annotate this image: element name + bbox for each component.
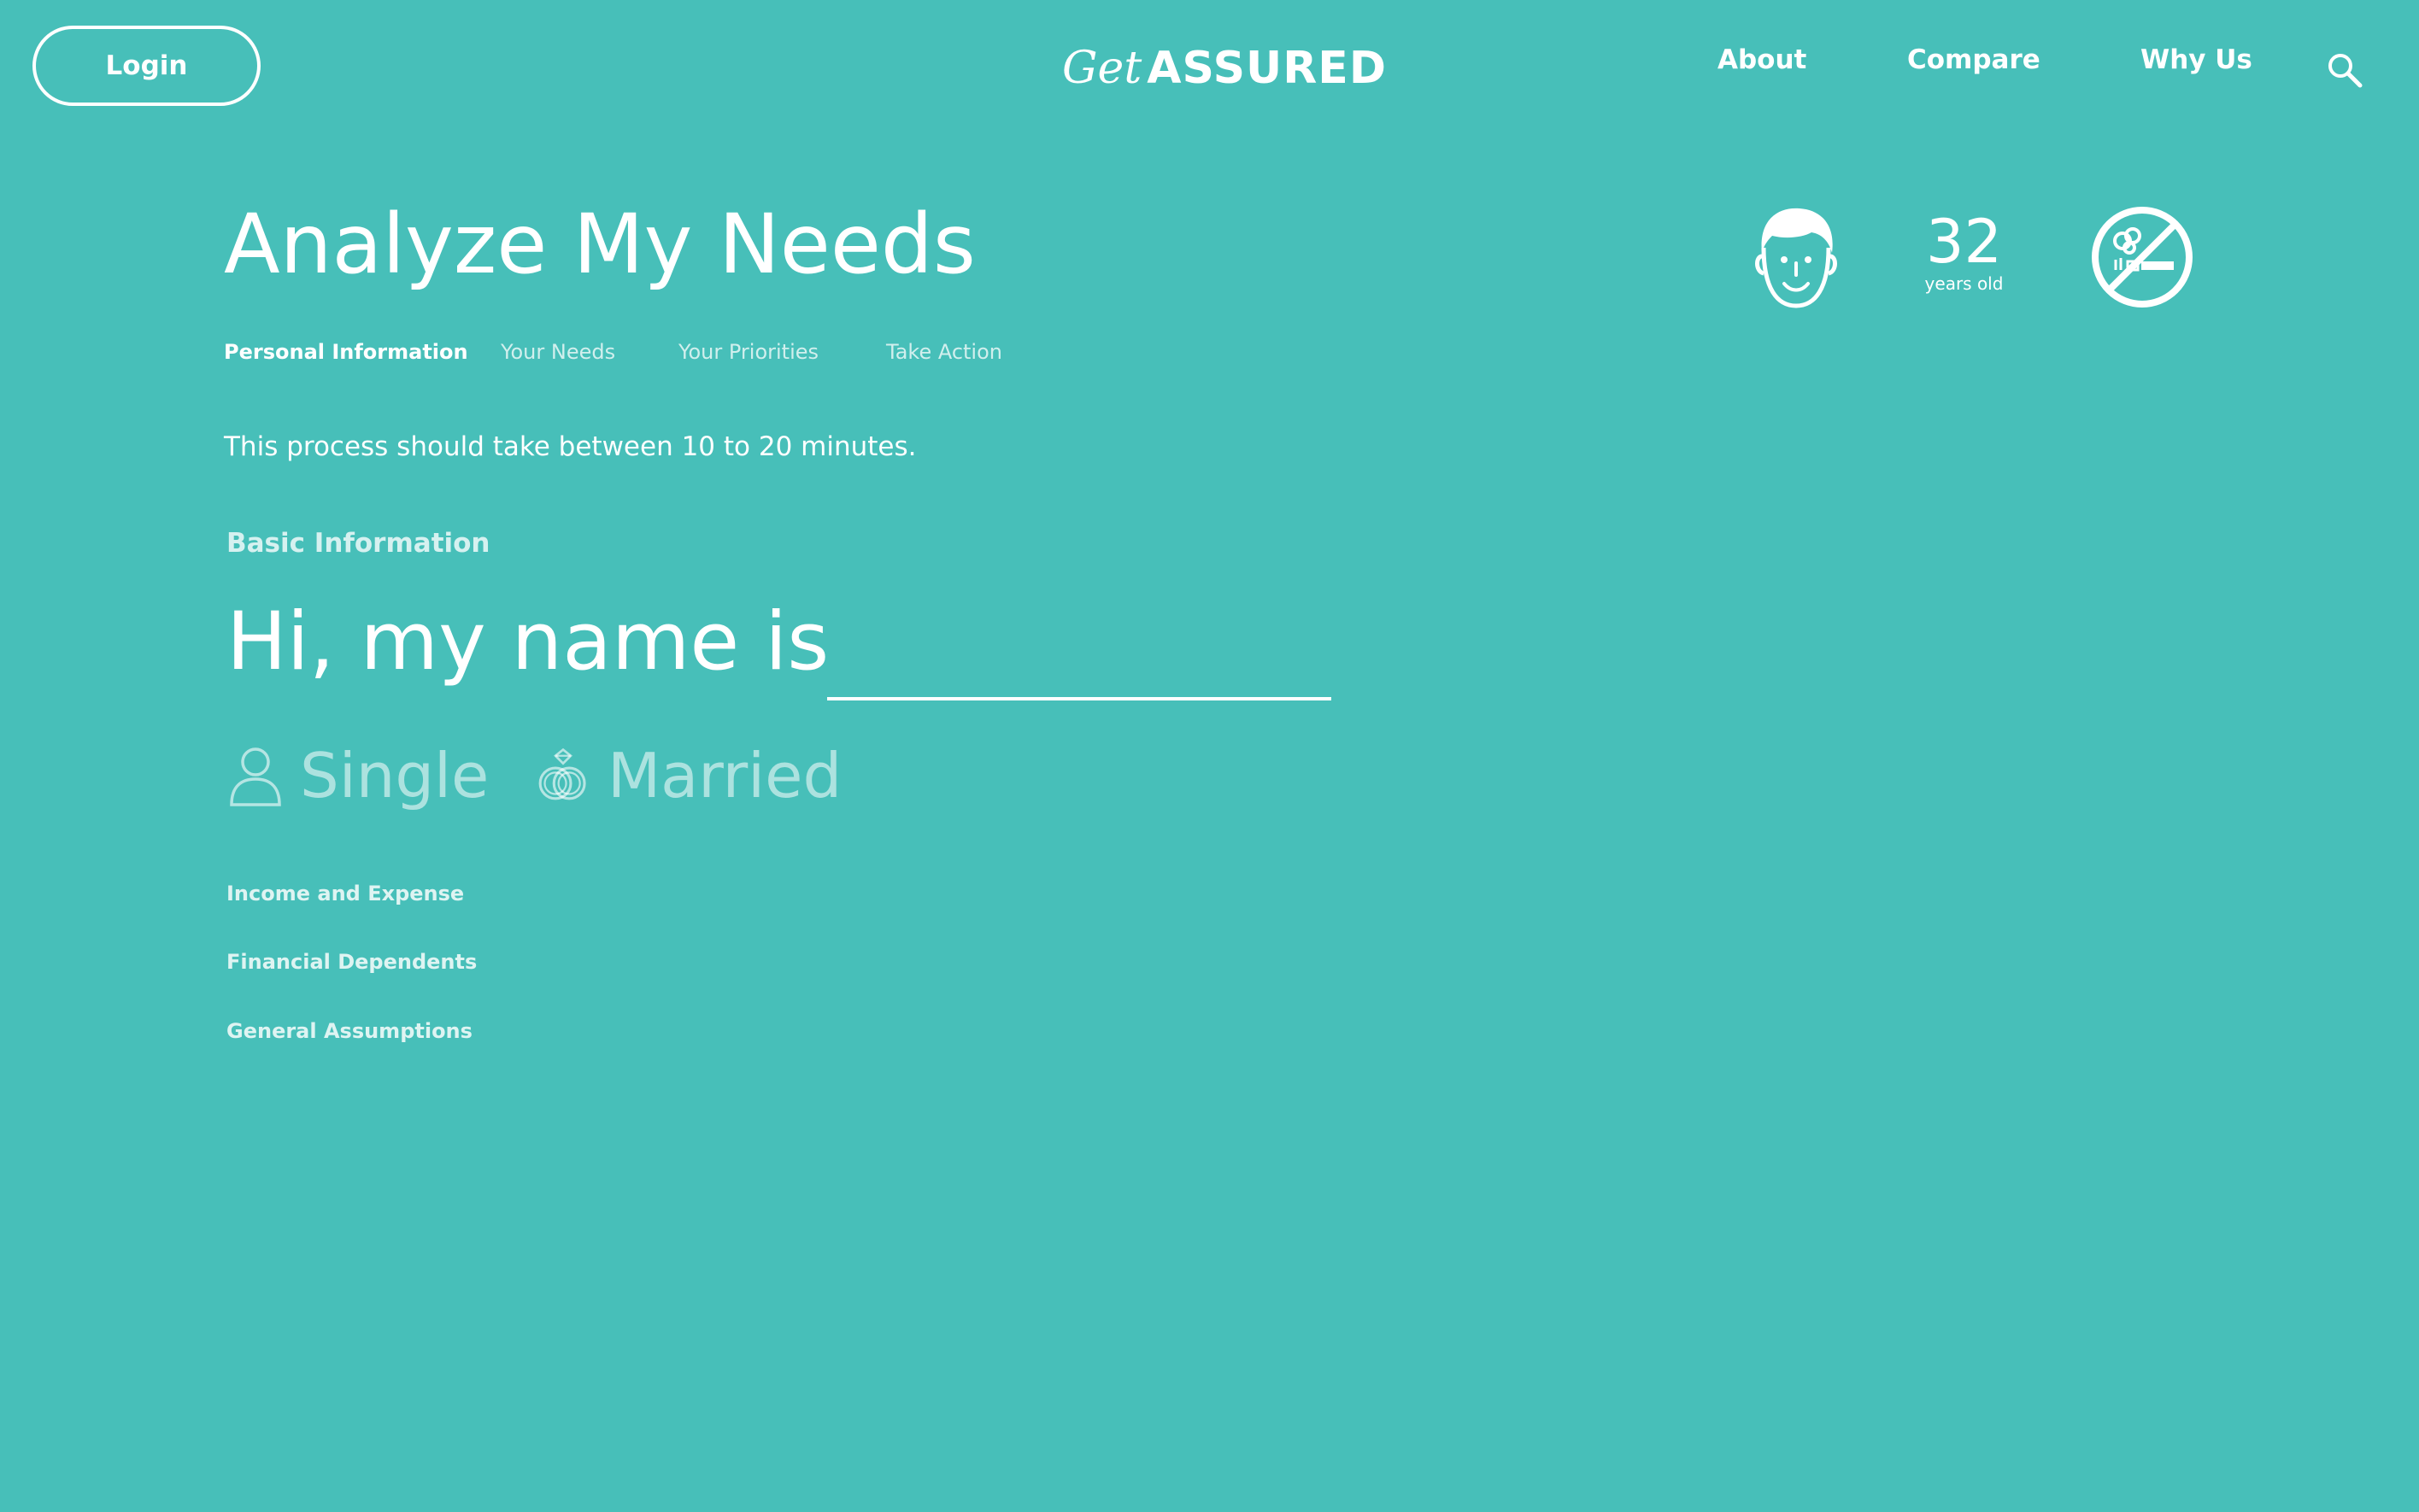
section-income-and-expense[interactable]: Income and Expense <box>226 882 464 905</box>
page-title: Analyze My Needs <box>224 196 976 292</box>
face-icon[interactable] <box>1752 203 1841 311</box>
age-unit: years old <box>1924 273 2004 294</box>
person-icon <box>230 747 281 806</box>
no-smoking-icon[interactable] <box>2090 205 2194 309</box>
rings-icon <box>538 747 586 800</box>
name-prompt: Hi, my name is <box>226 595 830 689</box>
name-input[interactable] <box>827 608 1331 700</box>
status-married-option[interactable]: Married <box>534 741 842 810</box>
nav-compare[interactable]: Compare <box>1907 44 2040 75</box>
logo[interactable]: Get ASSURED <box>1062 34 1387 103</box>
age-value: 32 <box>1925 207 2003 277</box>
status-married-label: Married <box>608 740 843 812</box>
logo-script-text: Get <box>1062 43 1142 94</box>
search-icon[interactable] <box>2326 51 2363 89</box>
nav-about[interactable]: About <box>1717 44 1806 75</box>
section-basic-information[interactable]: Basic Information <box>226 528 490 559</box>
process-note: This process should take between 10 to 2… <box>224 431 917 462</box>
tab-your-needs[interactable]: Your Needs <box>501 340 615 364</box>
logo-bold-text: ASSURED <box>1147 43 1387 94</box>
status-single-label: Single <box>300 740 490 812</box>
tab-your-priorities[interactable]: Your Priorities <box>678 340 819 364</box>
page: Login Get ASSURED About Compare Why Us A… <box>0 0 2419 1512</box>
section-general-assumptions[interactable]: General Assumptions <box>226 1019 473 1043</box>
login-button[interactable]: Login <box>32 26 261 106</box>
status-single-option[interactable]: Single <box>226 741 489 810</box>
nav-why-us[interactable]: Why Us <box>2140 44 2252 75</box>
tab-take-action[interactable]: Take Action <box>886 340 1002 364</box>
section-financial-dependents[interactable]: Financial Dependents <box>226 950 477 974</box>
tab-personal-information[interactable]: Personal Information <box>224 340 468 364</box>
age-display[interactable]: 32 years old <box>1911 212 2017 294</box>
